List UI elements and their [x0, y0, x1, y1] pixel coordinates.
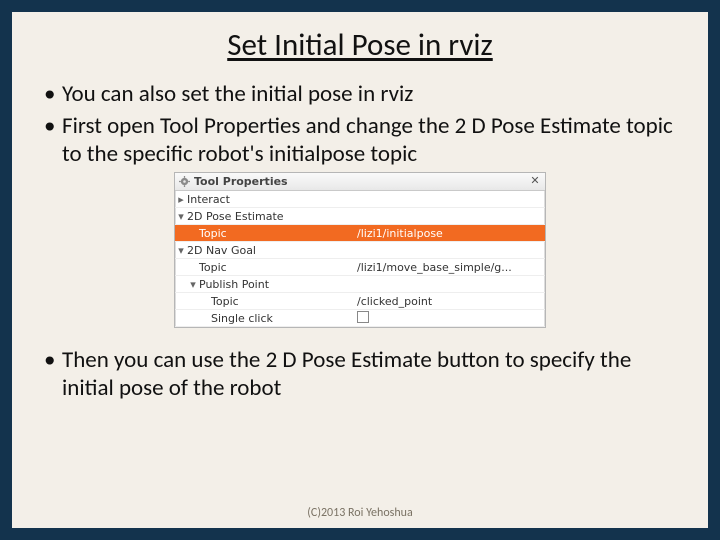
- chevron-down-icon: ▾: [175, 244, 187, 257]
- pp-topic-value: /clicked_point: [357, 295, 545, 308]
- tree-label: 2D Pose Estimate: [187, 210, 357, 223]
- tree-row-2d-nav-goal[interactable]: ▾ 2D Nav Goal: [175, 242, 545, 259]
- slide-body: Set Initial Pose in rviz You can also se…: [12, 12, 708, 528]
- gear-icon: [179, 176, 190, 187]
- pose-topic-value: /lizi1/initialpose: [357, 227, 545, 240]
- tool-panel-header: Tool Properties ✕: [175, 173, 545, 191]
- tree-row-pose-topic[interactable]: Topic /lizi1/initialpose: [175, 225, 545, 242]
- chevron-right-icon: ▸: [175, 193, 187, 206]
- nav-topic-value: /lizi1/move_base_simple/g...: [357, 261, 545, 274]
- bullet-list: You can also set the initial pose in rvi…: [34, 80, 686, 168]
- bullet-list: Then you can use the 2 D Pose Estimate b…: [34, 346, 686, 402]
- bullet-item: First open Tool Properties and change th…: [44, 112, 680, 168]
- tree-row-nav-topic[interactable]: Topic /lizi1/move_base_simple/g...: [175, 259, 545, 276]
- bullet-item: Then you can use the 2 D Pose Estimate b…: [44, 346, 680, 402]
- tree-row-publish-point[interactable]: ▾ Publish Point: [175, 276, 545, 293]
- tree-row-pp-topic[interactable]: Topic /clicked_point: [175, 293, 545, 310]
- single-click-checkbox[interactable]: [357, 311, 369, 323]
- footer-copyright: (C)2013 Roi Yehoshua: [12, 506, 708, 520]
- tree-row-2d-pose-estimate[interactable]: ▾ 2D Pose Estimate: [175, 208, 545, 225]
- tree-label: 2D Nav Goal: [187, 244, 357, 257]
- tree-label: Publish Point: [199, 278, 357, 291]
- tool-properties-panel: Tool Properties ✕ ▸ Interact ▾ 2D Pose E…: [174, 172, 546, 328]
- tree-label: Single click: [211, 312, 357, 325]
- tree-row-single-click[interactable]: Single click: [175, 310, 545, 327]
- bullet-item: You can also set the initial pose in rvi…: [44, 80, 680, 108]
- close-icon[interactable]: ✕: [529, 176, 541, 188]
- tree-row-interact[interactable]: ▸ Interact: [175, 191, 545, 208]
- tree-label: Topic: [211, 295, 357, 308]
- tree-label: Topic: [199, 227, 357, 240]
- chevron-down-icon: ▾: [175, 210, 187, 223]
- slide-frame: Set Initial Pose in rviz You can also se…: [0, 0, 720, 540]
- page-title: Set Initial Pose in rviz: [34, 26, 686, 64]
- tool-panel-title: Tool Properties: [194, 175, 525, 188]
- chevron-down-icon: ▾: [187, 278, 199, 291]
- tree-label: Interact: [187, 193, 357, 206]
- tool-panel-wrap: Tool Properties ✕ ▸ Interact ▾ 2D Pose E…: [34, 172, 686, 328]
- tree-label: Topic: [199, 261, 357, 274]
